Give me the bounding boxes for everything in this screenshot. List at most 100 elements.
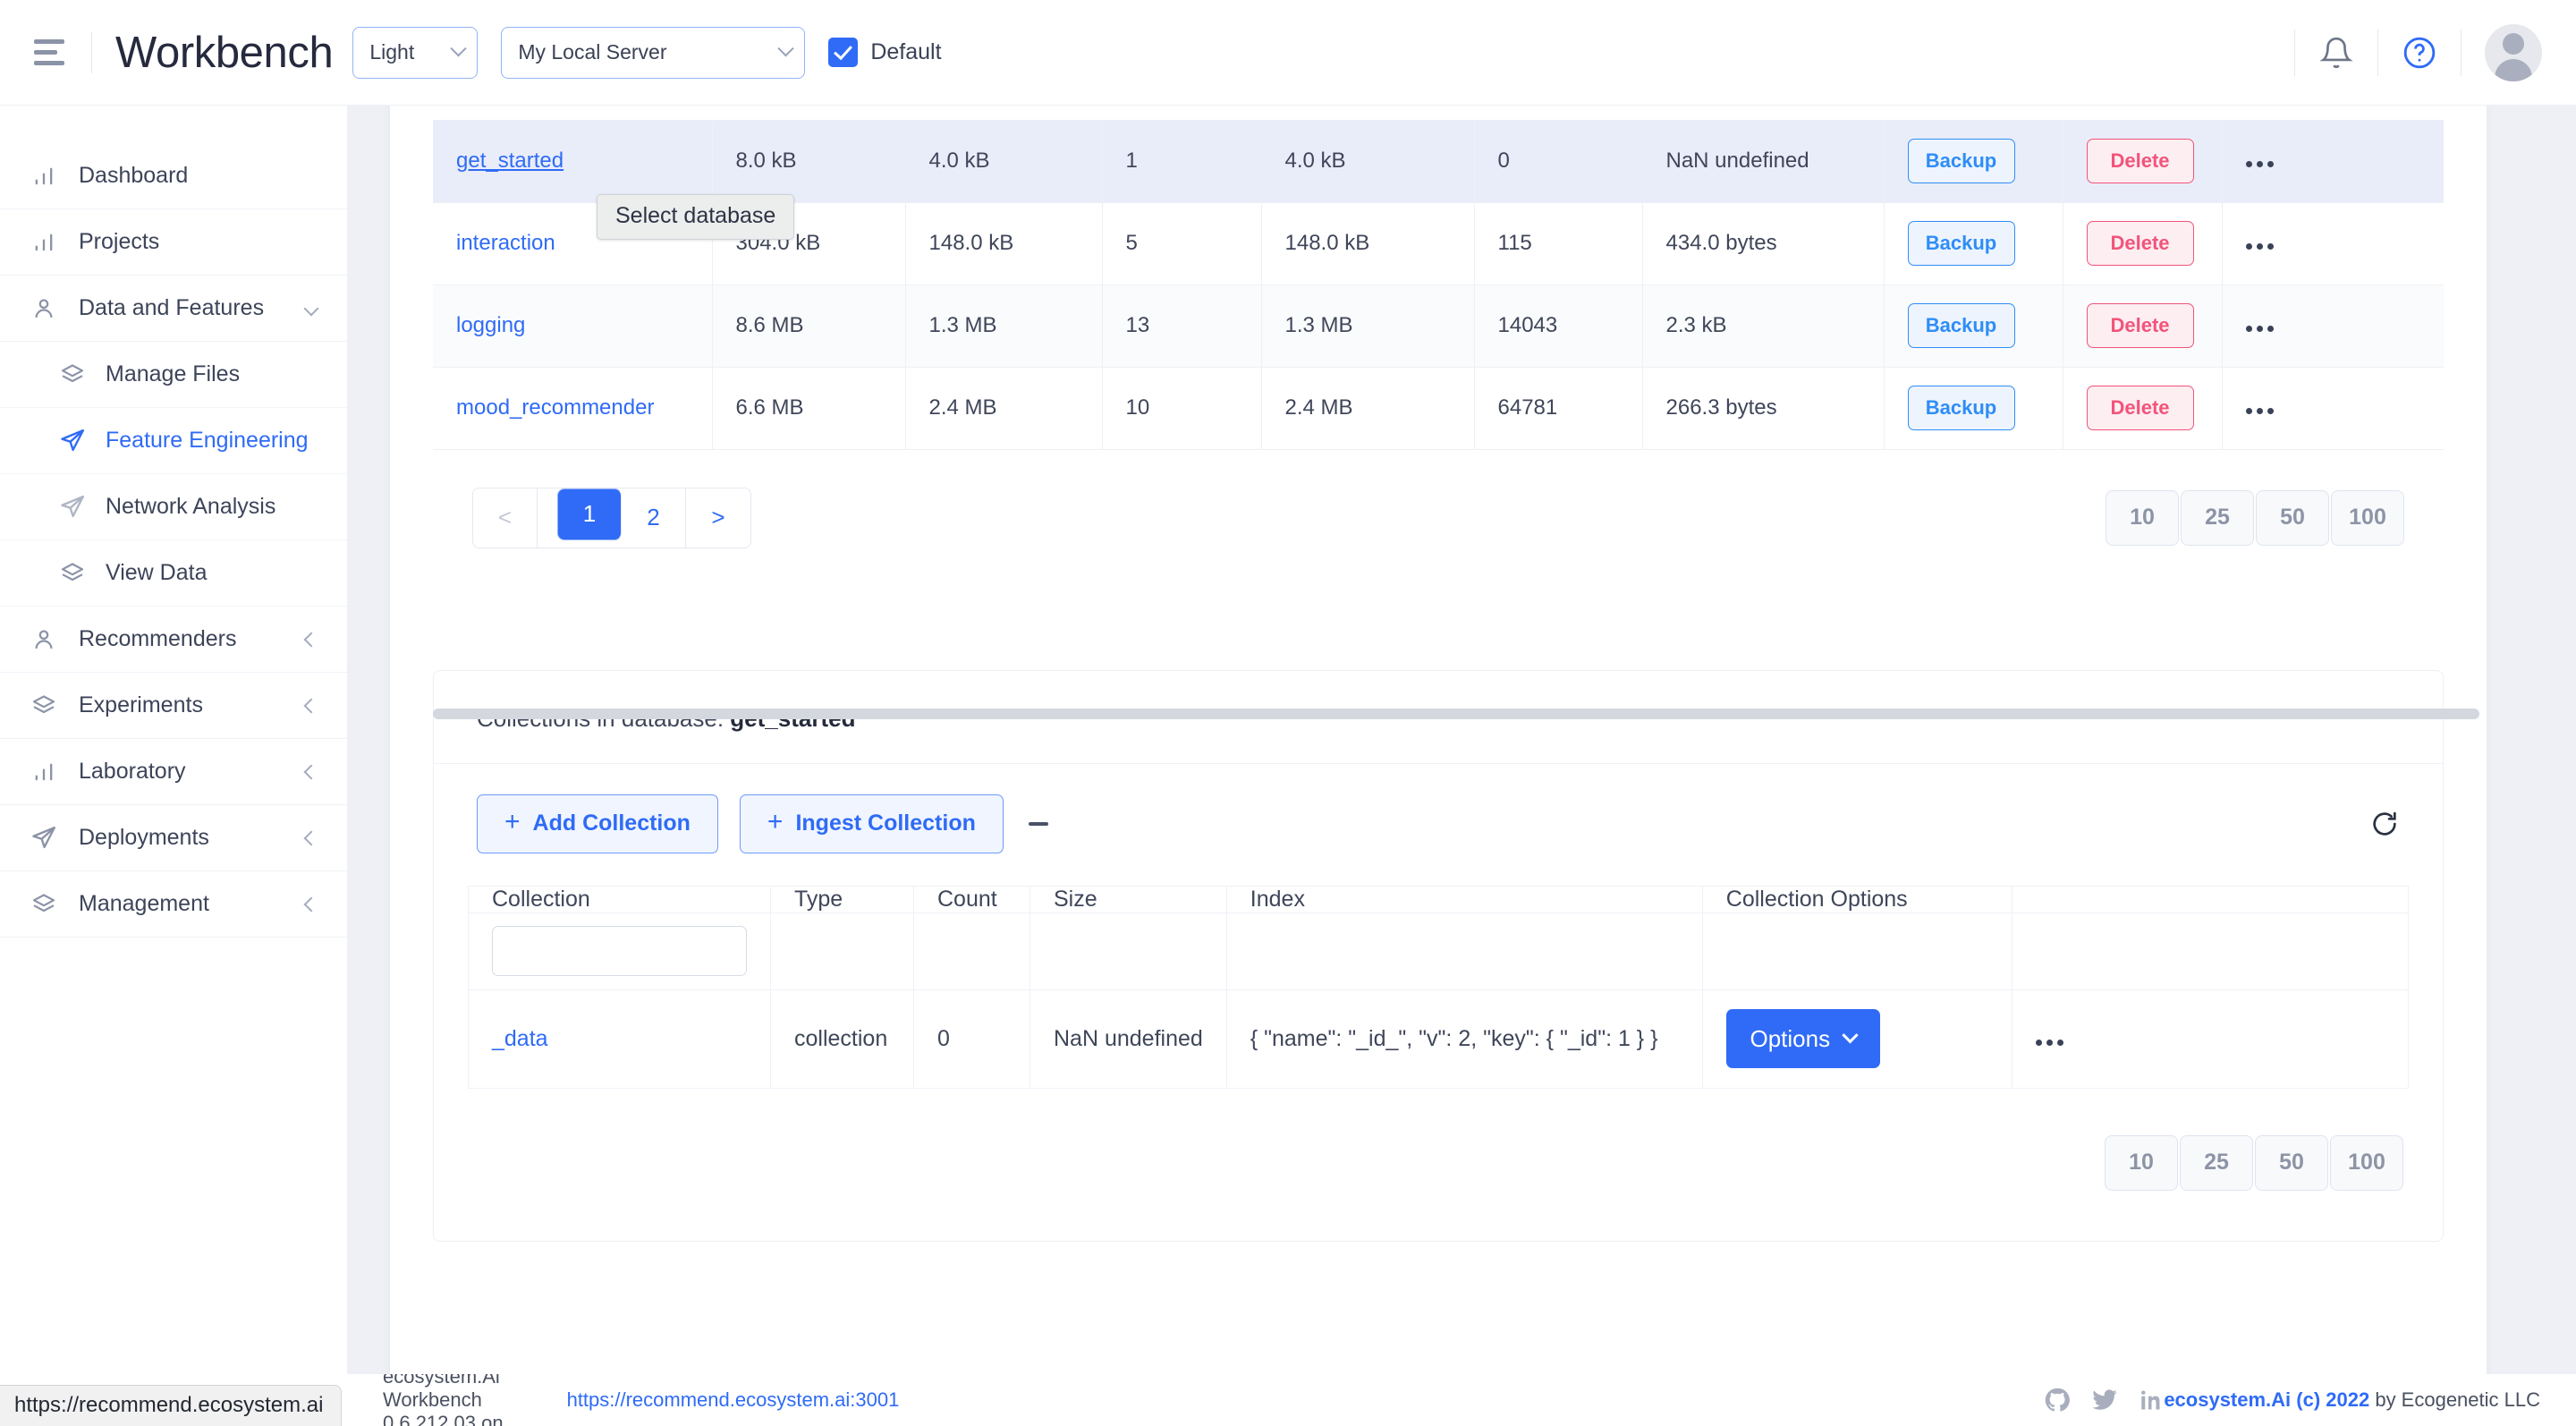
help-circle-icon bbox=[2403, 37, 2436, 68]
main-content: get_started 8.0 kB 4.0 kB 1 4.0 kB 0 NaN… bbox=[347, 106, 2576, 1426]
row-menu-button[interactable] bbox=[2245, 326, 2274, 332]
page-title: Workbench bbox=[115, 28, 334, 77]
delete-button[interactable]: Delete bbox=[2086, 303, 2194, 348]
pagination-prev[interactable]: < bbox=[473, 488, 538, 547]
backup-button[interactable]: Backup bbox=[1907, 386, 2015, 430]
column-header-collection: Collection bbox=[468, 885, 771, 913]
server-select[interactable]: My Local Server bbox=[501, 26, 806, 79]
sidebar-item-laboratory[interactable]: Laboratory bbox=[0, 739, 347, 805]
column-header-actions bbox=[2011, 885, 2410, 913]
sidebar-item-experiments[interactable]: Experiments bbox=[0, 673, 347, 739]
database-link[interactable]: mood_recommender bbox=[456, 395, 654, 420]
table-row[interactable]: _data collection 0 NaN undefined { "name… bbox=[468, 989, 2410, 1089]
row-menu-button[interactable] bbox=[2245, 408, 2274, 414]
default-checkbox[interactable] bbox=[828, 38, 859, 67]
bar-chart-icon bbox=[29, 227, 59, 258]
refresh-button[interactable] bbox=[2369, 809, 2400, 839]
database-link[interactable]: interaction bbox=[456, 231, 555, 255]
collection-options-button[interactable]: Options bbox=[1725, 1009, 1880, 1068]
avatar[interactable] bbox=[2485, 23, 2542, 81]
db-index-size: 434.0 bytes bbox=[1642, 201, 1885, 285]
column-header-collection-options: Collection Options bbox=[1701, 885, 2012, 913]
db-size: 8.0 kB bbox=[712, 120, 906, 203]
notifications-button[interactable] bbox=[2295, 35, 2377, 71]
footer-copyright: ecosystem.Ai (c) 2022 by Ecogenetic LLC bbox=[2164, 1388, 2540, 1412]
page-size-25[interactable]: 25 bbox=[2180, 1134, 2253, 1191]
collections-panel: Collections in database: get_started + A… bbox=[433, 669, 2444, 1242]
table-row[interactable]: mood_recommender 6.6 MB 2.4 MB 10 2.4 MB… bbox=[433, 366, 2444, 450]
page-size-100[interactable]: 100 bbox=[2331, 489, 2404, 546]
sidebar-item-recommenders[interactable]: Recommenders bbox=[0, 607, 347, 673]
databases-panel: get_started 8.0 kB 4.0 kB 1 4.0 kB 0 NaN… bbox=[433, 120, 2444, 598]
table-row[interactable]: logging 8.6 MB 1.3 MB 13 1.3 MB 14043 2.… bbox=[433, 284, 2444, 368]
page-size-25[interactable]: 25 bbox=[2181, 489, 2254, 546]
send-icon bbox=[57, 492, 88, 522]
minus-icon[interactable] bbox=[1028, 821, 1048, 826]
row-menu-button[interactable] bbox=[2245, 160, 2274, 167]
header-divider bbox=[91, 31, 92, 73]
sidebar-item-label: Dashboard bbox=[79, 163, 189, 188]
column-header-index: Index bbox=[1225, 885, 1703, 913]
sidebar-item-manage-files[interactable]: Manage Files bbox=[0, 342, 347, 408]
page-size-50[interactable]: 50 bbox=[2255, 1134, 2328, 1191]
page-size-100[interactable]: 100 bbox=[2330, 1134, 2403, 1191]
collection-link[interactable]: _data bbox=[492, 1026, 548, 1051]
horizontal-scrollbar[interactable] bbox=[433, 709, 2479, 719]
databases-footer: < 1 2 > 10 25 50 100 bbox=[433, 450, 2444, 598]
delete-button[interactable]: Delete bbox=[2086, 386, 2194, 430]
delete-button[interactable]: Delete bbox=[2086, 221, 2194, 266]
pagination-page-2[interactable]: 2 bbox=[622, 488, 686, 547]
row-menu-button[interactable] bbox=[2245, 243, 2274, 250]
column-header-type: Type bbox=[770, 885, 914, 913]
sidebar-item-data-and-features[interactable]: Data and Features bbox=[0, 276, 347, 342]
backup-button[interactable]: Backup bbox=[1907, 303, 2015, 348]
collection-filter-input[interactable] bbox=[492, 926, 747, 976]
column-header-count: Count bbox=[913, 885, 1030, 913]
user-icon bbox=[29, 293, 59, 324]
twitter-icon[interactable] bbox=[2090, 1387, 2119, 1413]
chevron-left-icon bbox=[303, 764, 319, 779]
sidebar-item-management[interactable]: Management bbox=[0, 871, 347, 938]
page-size-10[interactable]: 10 bbox=[2105, 1134, 2178, 1191]
sidebar-item-deployments[interactable]: Deployments bbox=[0, 805, 347, 871]
pagination-next[interactable]: > bbox=[686, 488, 750, 547]
delete-button[interactable]: Delete bbox=[2086, 138, 2194, 183]
sidebar-item-label: Projects bbox=[79, 229, 160, 254]
page-size-10[interactable]: 10 bbox=[2106, 489, 2179, 546]
chevron-down-icon bbox=[777, 40, 795, 57]
sidebar-item-view-data[interactable]: View Data bbox=[0, 540, 347, 607]
database-link[interactable]: logging bbox=[456, 313, 525, 337]
footer-link[interactable]: https://recommend.ecosystem.ai:3001 bbox=[567, 1388, 900, 1412]
backup-button[interactable]: Backup bbox=[1907, 221, 2015, 266]
db-size: 8.6 MB bbox=[712, 284, 906, 368]
backup-button[interactable]: Backup bbox=[1907, 138, 2015, 183]
hamburger-icon[interactable] bbox=[30, 35, 70, 71]
sidebar-item-dashboard[interactable]: Dashboard bbox=[0, 143, 347, 209]
sidebar-item-projects[interactable]: Projects bbox=[0, 209, 347, 276]
bar-chart-icon bbox=[29, 757, 59, 787]
sidebar-item-network-analysis[interactable]: Network Analysis bbox=[0, 474, 347, 540]
github-icon[interactable] bbox=[2044, 1387, 2071, 1413]
user-icon bbox=[29, 624, 59, 655]
sidebar-item-label: Laboratory bbox=[79, 759, 186, 784]
linkedin-icon[interactable] bbox=[2139, 1388, 2164, 1413]
plus-icon: + bbox=[767, 807, 784, 836]
layers-icon bbox=[57, 558, 88, 589]
header-actions bbox=[2294, 23, 2542, 81]
sidebar-item-feature-engineering[interactable]: Feature Engineering bbox=[0, 408, 347, 474]
database-link[interactable]: get_started bbox=[456, 149, 564, 173]
chevron-left-icon bbox=[303, 632, 319, 647]
table-row[interactable]: get_started 8.0 kB 4.0 kB 1 4.0 kB 0 NaN… bbox=[433, 120, 2444, 203]
theme-select[interactable]: Light bbox=[352, 26, 479, 79]
ingest-collection-button[interactable]: + Ingest Collection bbox=[739, 794, 1004, 853]
footer-copyright-rest: by Ecogenetic LLC bbox=[2369, 1388, 2540, 1411]
page-size-50[interactable]: 50 bbox=[2256, 489, 2329, 546]
default-server-toggle[interactable]: Default bbox=[828, 38, 942, 67]
add-collection-button[interactable]: + Add Collection bbox=[477, 794, 718, 853]
column-header-size: Size bbox=[1030, 885, 1227, 913]
sidebar-item-label: Network Analysis bbox=[106, 494, 276, 519]
row-menu-button[interactable] bbox=[2035, 1039, 2063, 1046]
collection-options-label: Options bbox=[1750, 1024, 1831, 1052]
help-button[interactable] bbox=[2378, 36, 2461, 70]
pagination-page-1[interactable]: 1 bbox=[557, 488, 622, 540]
